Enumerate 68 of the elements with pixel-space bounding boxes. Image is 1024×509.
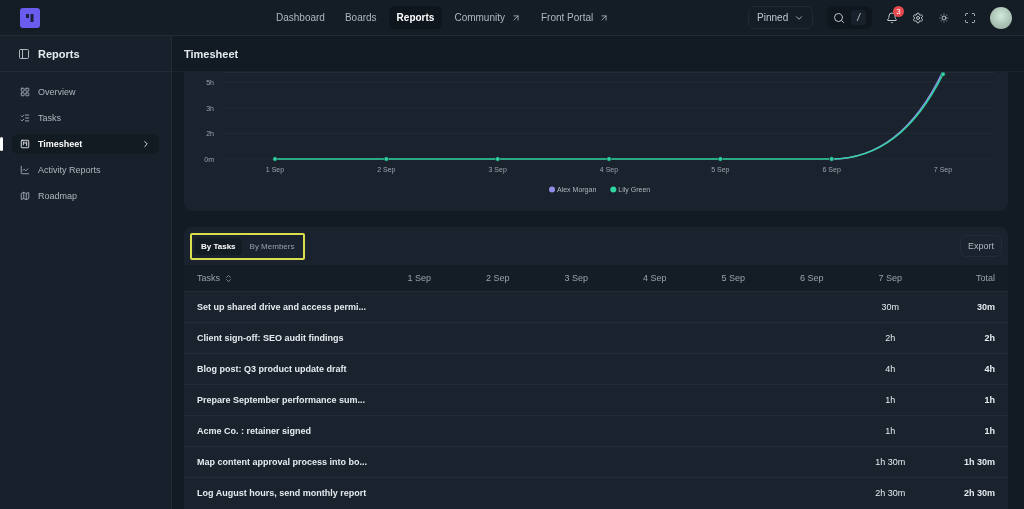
table-cell: 30m <box>977 302 995 312</box>
table-cell: Blog post: Q3 product update draft <box>197 364 347 374</box>
column-header: Total <box>976 273 995 283</box>
table-cell: Prepare September performance sum... <box>197 395 366 405</box>
data-point <box>606 156 612 162</box>
sort-icon[interactable] <box>224 273 233 283</box>
column-header: 2 Sep <box>486 273 510 283</box>
pinned-dropdown[interactable]: Pinned <box>748 6 814 29</box>
table-cell: 1h <box>984 395 995 405</box>
nav-tab[interactable]: Community <box>446 6 529 29</box>
table-cell: 2h 30m <box>963 488 995 498</box>
table-cell: 4h <box>885 364 896 374</box>
page-title: Timesheet <box>184 47 239 60</box>
line-chart-icon <box>20 165 30 175</box>
sidebar-item[interactable]: Overview <box>12 82 159 102</box>
table-cell: 4h <box>984 364 995 374</box>
table-cell: 2h 30m <box>875 488 906 498</box>
sidebar-item[interactable]: Roadmap <box>12 186 159 206</box>
active-indicator <box>0 137 3 151</box>
sidebar-title: Reports <box>38 47 80 60</box>
search-button[interactable]: / <box>827 6 872 29</box>
table-cell: Set up shared drive and access permi... <box>197 302 367 312</box>
table-cell: Acme Co. : retainer signed <box>197 426 312 436</box>
search-icon <box>833 11 846 24</box>
app-logo[interactable] <box>20 7 40 28</box>
sidebar-item[interactable]: Tasks <box>12 108 159 128</box>
view-tab[interactable]: By Tasks <box>195 237 242 255</box>
nav-tab[interactable]: Front Portal <box>533 6 618 29</box>
column-header: 1 Sep <box>407 273 431 283</box>
shortcut-key: / <box>851 10 866 25</box>
notification-count: 3 <box>893 5 904 17</box>
table-cell: 30m <box>881 302 899 312</box>
table-cell: 1h <box>885 426 896 436</box>
settings-icon[interactable] <box>912 11 924 24</box>
data-point <box>383 156 389 162</box>
table-cell: 1h 30m <box>963 457 995 467</box>
table-cell: 1h <box>885 395 896 405</box>
table-cell: Map content approval process into bo... <box>197 457 368 467</box>
nav-tab[interactable]: Reports <box>388 6 443 29</box>
board-icon <box>20 139 30 149</box>
column-header: 5 Sep <box>721 273 745 283</box>
nav-tab[interactable]: Boards <box>336 6 385 29</box>
export-button[interactable]: Export <box>960 235 1002 257</box>
map-icon <box>20 191 30 201</box>
sidebar-item[interactable]: Activity Reports <box>12 160 159 180</box>
data-point <box>717 156 723 162</box>
table-cell: 1h <box>984 426 995 436</box>
column-header: 7 Sep <box>878 273 902 283</box>
data-point <box>495 156 501 162</box>
notification-icon[interactable] <box>886 11 898 24</box>
fullscreen-icon[interactable] <box>964 11 976 24</box>
chevron-right-icon <box>141 139 151 149</box>
nav-tab[interactable]: Dashboard <box>268 6 333 29</box>
checklist-icon <box>20 113 30 123</box>
column-header[interactable]: Tasks <box>197 273 220 283</box>
grid-icon <box>20 87 30 97</box>
user-avatar[interactable] <box>990 6 1012 29</box>
sidebar-panel-icon[interactable] <box>18 47 30 60</box>
column-header: 6 Sep <box>800 273 824 283</box>
table-cell: Client sign-off: SEO audit findings <box>197 333 344 343</box>
data-point <box>272 156 278 162</box>
table-cell: 1h 30m <box>875 457 906 467</box>
table-cell: Log August hours, send monthly report <box>197 488 367 498</box>
table-cell: 2h <box>984 333 995 343</box>
column-header: 3 Sep <box>564 273 588 283</box>
table-cell: 2h <box>885 333 896 343</box>
view-tab[interactable]: By Members <box>243 237 301 255</box>
column-header: 4 Sep <box>643 273 667 283</box>
